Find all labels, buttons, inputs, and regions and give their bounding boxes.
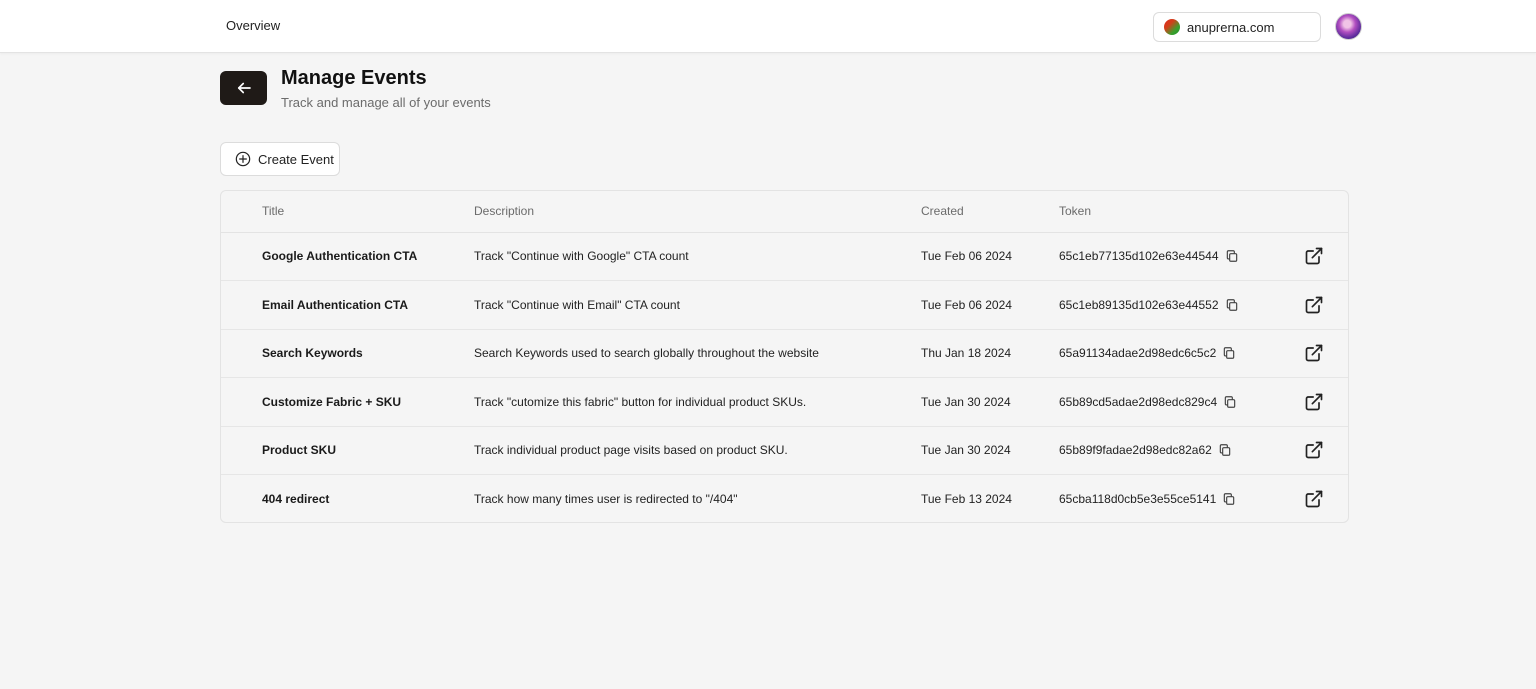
- external-link-icon[interactable]: [1304, 246, 1324, 266]
- event-title: Email Authentication CTA: [262, 297, 409, 312]
- plus-circle-icon: [235, 151, 251, 167]
- event-token: 65c1eb89135d102e63e44552: [1059, 297, 1219, 312]
- events-table: Title Description Created Token Google A…: [220, 190, 1349, 523]
- create-event-label: Create Event: [258, 151, 334, 167]
- arrow-left-icon: [237, 82, 251, 94]
- nav-overview-link[interactable]: Overview: [226, 18, 280, 33]
- site-logo-icon: [1164, 19, 1180, 35]
- event-created: Tue Jan 30 2024: [921, 394, 1011, 409]
- event-description: Track "Continue with Email" CTA count: [474, 297, 680, 312]
- event-title: Product SKU: [262, 443, 337, 457]
- copy-icon[interactable]: [1222, 346, 1236, 360]
- event-token: 65b89f9fadae2d98edc82a62: [1059, 443, 1212, 457]
- table-row[interactable]: Email Authentication CTA Track "Continue …: [221, 282, 1348, 330]
- copy-icon[interactable]: [1225, 249, 1239, 263]
- external-link-icon[interactable]: [1304, 440, 1324, 460]
- copy-icon[interactable]: [1222, 492, 1236, 506]
- event-token-group: 65c1eb77135d102e63e44544: [1059, 249, 1239, 263]
- column-header-title: Title: [262, 204, 285, 218]
- table-header: Title Description Created Token: [221, 191, 1348, 233]
- copy-icon[interactable]: [1223, 395, 1237, 409]
- event-token-group: 65cba118d0cb5e3e55ce5141: [1059, 492, 1236, 506]
- page-subtitle: Track and manage all of your events: [281, 95, 491, 110]
- site-name: anuprerna.com: [1187, 19, 1275, 35]
- event-token-group: 65b89f9fadae2d98edc82a62: [1059, 443, 1232, 457]
- column-header-token: Token: [1059, 204, 1092, 218]
- event-token: 65b89cd5adae2d98edc829c4: [1059, 394, 1218, 409]
- site-selector[interactable]: anuprerna.com: [1153, 12, 1321, 42]
- top-bar: Overview anuprerna.com: [0, 0, 1536, 53]
- back-button[interactable]: [220, 71, 267, 105]
- event-created: Tue Jan 30 2024: [921, 443, 1011, 457]
- event-token: 65cba118d0cb5e3e55ce5141: [1059, 491, 1217, 506]
- table-row[interactable]: 404 redirect Track how many times user is…: [221, 476, 1348, 523]
- column-header-description: Description: [474, 204, 535, 218]
- table-row[interactable]: Search Keywords Search Keywords used to s…: [221, 330, 1348, 378]
- external-link-icon[interactable]: [1304, 343, 1324, 363]
- event-created: Tue Feb 06 2024: [921, 297, 1012, 312]
- event-token: 65a91134adae2d98edc6c5c2: [1059, 346, 1217, 360]
- table-row[interactable]: Google Authentication CTA Track "Continue…: [221, 233, 1348, 281]
- event-description: Track "cutomize this fabric" button for …: [474, 394, 807, 409]
- external-link-icon[interactable]: [1304, 489, 1324, 509]
- event-description: Track "Continue with Google" CTA count: [474, 249, 689, 263]
- event-token-group: 65c1eb89135d102e63e44552: [1059, 298, 1239, 312]
- external-link-icon[interactable]: [1304, 392, 1324, 412]
- event-title: Google Authentication CTA: [262, 249, 418, 263]
- event-created: Tue Feb 13 2024: [921, 491, 1012, 506]
- event-title: 404 redirect: [262, 491, 330, 506]
- page-title: Manage Events: [281, 67, 427, 89]
- external-link-icon[interactable]: [1304, 295, 1324, 315]
- event-token-group: 65b89cd5adae2d98edc829c4: [1059, 395, 1237, 409]
- event-title: Customize Fabric + SKU: [262, 394, 402, 409]
- table-row[interactable]: Customize Fabric + SKU Track "cutomize th…: [221, 379, 1348, 427]
- event-created: Tue Feb 06 2024: [921, 249, 1012, 263]
- column-header-created: Created: [921, 204, 964, 218]
- event-token-group: 65a91134adae2d98edc6c5c2: [1059, 346, 1236, 360]
- table-row[interactable]: Product SKU Track individual product page…: [221, 427, 1348, 475]
- event-title: Search Keywords: [262, 346, 363, 360]
- create-event-button[interactable]: Create Event: [220, 142, 340, 176]
- event-description: Track individual product page visits bas…: [474, 443, 788, 457]
- avatar[interactable]: [1335, 13, 1362, 40]
- event-created: Thu Jan 18 2024: [921, 346, 1012, 360]
- event-description: Track how many times user is redirected …: [474, 491, 738, 506]
- event-description: Search Keywords used to search globally …: [474, 346, 819, 360]
- copy-icon[interactable]: [1225, 298, 1239, 312]
- copy-icon[interactable]: [1218, 443, 1232, 457]
- event-token: 65c1eb77135d102e63e44544: [1059, 249, 1219, 263]
